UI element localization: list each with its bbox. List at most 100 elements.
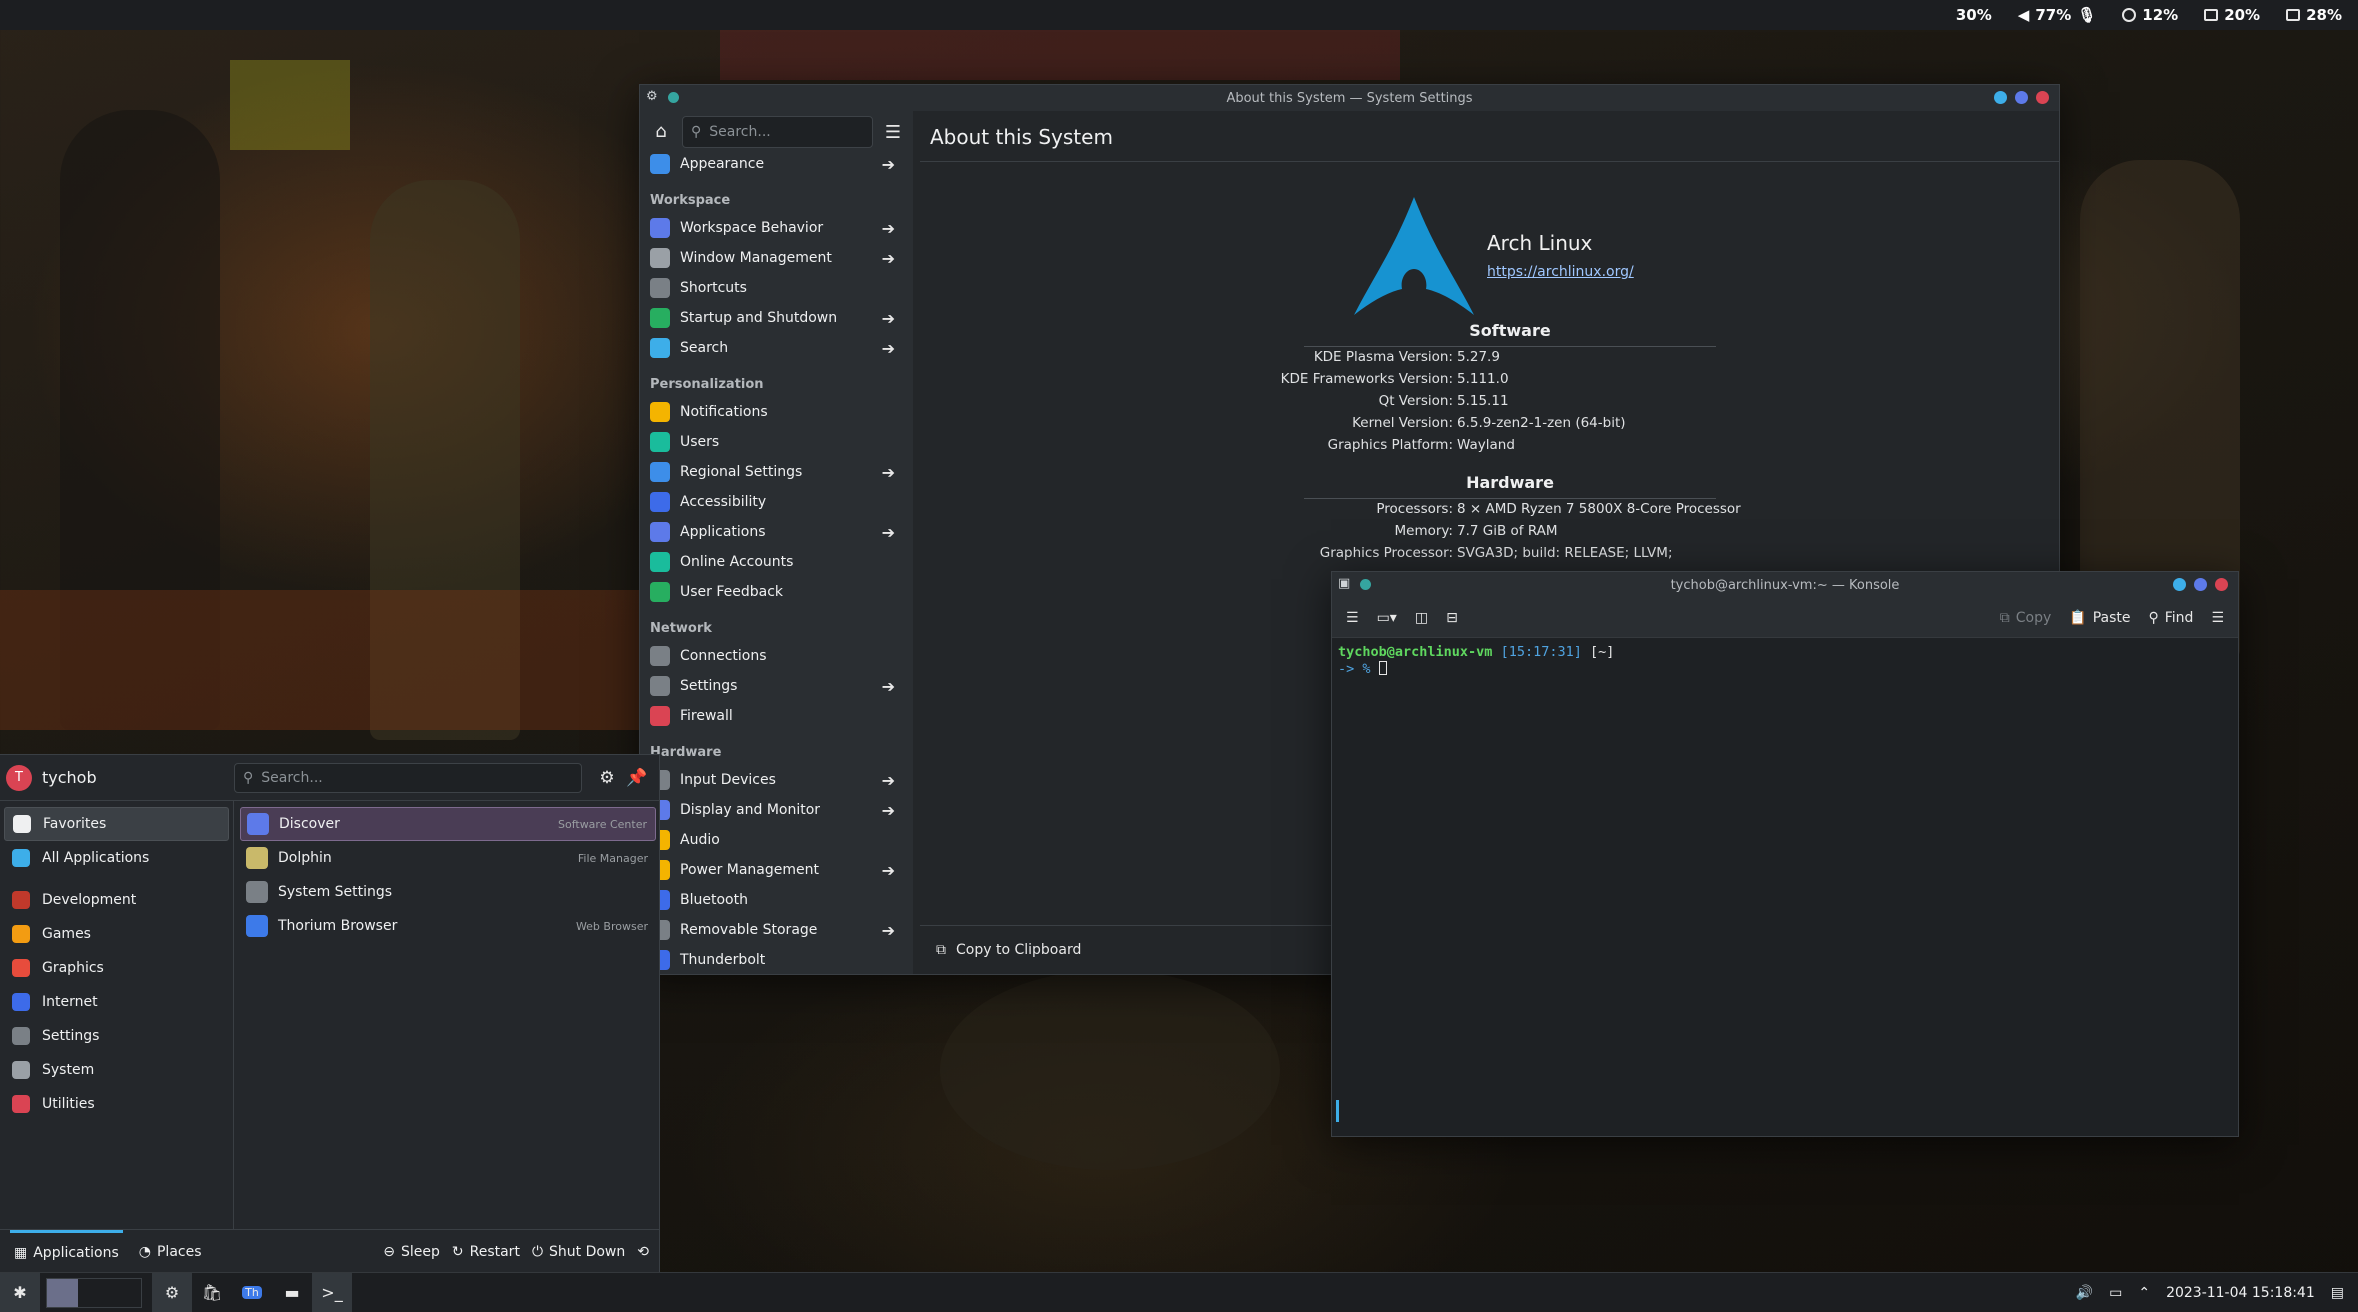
launcher-button[interactable]: ✱	[0, 1272, 40, 1312]
sidebar-item-removable-storage[interactable]: Removable Storage ➔	[640, 915, 913, 945]
clock[interactable]: 2023-11-04 15:18:41	[2166, 1285, 2315, 1301]
tab-places[interactable]: ◔ Places	[135, 1230, 206, 1274]
task-konsole[interactable]: >_	[312, 1272, 352, 1312]
konsole-titlebar[interactable]: ▣ tychob@archlinux-vm:~ — Konsole	[1332, 572, 2238, 598]
desktop-2[interactable]	[78, 1279, 109, 1307]
chevron-up-icon[interactable]: ⌃	[2138, 1285, 2150, 1301]
category-internet[interactable]: Internet	[4, 985, 229, 1019]
sidebar-item-applications[interactable]: Applications ➔	[640, 517, 913, 547]
sidebar-item-regional-settings[interactable]: Regional Settings ➔	[640, 457, 913, 487]
volume-indicator[interactable]: 30%	[1956, 6, 1992, 24]
sidebar-item-startup-and-shutdown[interactable]: Startup and Shutdown ➔	[640, 303, 913, 333]
copy-button[interactable]: ⧉ Copy	[2000, 610, 2052, 626]
app-dolphin[interactable]: Dolphin File Manager	[240, 841, 656, 875]
memory-value: 20%	[2224, 6, 2261, 24]
speaker-indicator[interactable]: ◀ 77% 🎙	[2018, 6, 2097, 24]
sleep-button[interactable]: ⊖ Sleep	[383, 1244, 440, 1260]
task-discover[interactable]: 🛍	[192, 1273, 232, 1312]
close-button[interactable]	[2215, 578, 2228, 591]
prompt-dir: [~]	[1590, 644, 1615, 660]
volume-icon[interactable]: 🔊	[2076, 1285, 2093, 1301]
sidebar-item-connections[interactable]: Connections	[640, 641, 913, 671]
sidebar-item-audio[interactable]: Audio	[640, 825, 913, 855]
category-label: Internet	[42, 994, 98, 1010]
prompt-arrow: -> %	[1338, 661, 1371, 677]
sidebar-item-search[interactable]: Search ➔	[640, 333, 913, 363]
sidebar-item-bluetooth[interactable]: Bluetooth	[640, 885, 913, 915]
split-horizontal-icon[interactable]: ⊟	[1446, 610, 1458, 626]
avatar[interactable]: T	[6, 764, 32, 791]
pin-icon[interactable]: 📌	[626, 768, 648, 788]
category-graphics[interactable]: Graphics	[4, 951, 229, 985]
utilities-icon	[12, 1095, 30, 1113]
new-tab-icon[interactable]: ▭▾	[1377, 610, 1397, 626]
sidebar-item-online-accounts[interactable]: Online Accounts	[640, 547, 913, 577]
terminal-output[interactable]: tychob@archlinux-vm [15:17:31] [~] -> %	[1338, 644, 1614, 678]
shutdown-button[interactable]: ⏻ Shut Down	[532, 1244, 625, 1260]
desktop-3[interactable]	[110, 1279, 141, 1307]
workspace-behavior-icon	[650, 218, 670, 238]
category-settings[interactable]: Settings	[4, 1019, 229, 1053]
menu-icon[interactable]: ☰	[883, 122, 903, 143]
category-system[interactable]: System	[4, 1053, 229, 1087]
disk-indicator[interactable]: 28%	[2286, 6, 2342, 24]
sidebar-item-window-management[interactable]: Window Management ➔	[640, 243, 913, 273]
app-discover[interactable]: Discover Software Center	[240, 807, 656, 841]
restart-button[interactable]: ↻ Restart	[452, 1244, 520, 1260]
compass-icon: ◔	[138, 1243, 151, 1260]
desktop-1[interactable]	[47, 1278, 79, 1307]
find-button[interactable]: ⚲ Find	[2148, 610, 2193, 626]
sidebar-item-appearance[interactable]: Appearance ➔	[640, 149, 913, 179]
clipboard-icon[interactable]: ▭	[2109, 1285, 2122, 1301]
notifications-icon[interactable]: ▤	[2331, 1285, 2344, 1301]
sidebar-item-user-feedback[interactable]: User Feedback	[640, 577, 913, 607]
settings-search-input[interactable]: ⚲ Search...	[682, 116, 873, 148]
launcher-search-input[interactable]: ⚲ Search...	[234, 762, 582, 793]
category-all-applications[interactable]: All Applications	[4, 841, 229, 875]
sidebar-item-accessibility[interactable]: Accessibility	[640, 487, 913, 517]
maximize-button[interactable]	[2015, 91, 2028, 104]
pin-icon[interactable]	[1360, 578, 1371, 590]
hamburger-menu-icon[interactable]: ☰	[2211, 610, 2224, 626]
split-vertical-icon[interactable]: ◫	[1415, 610, 1428, 626]
sidebar-item-users[interactable]: Users	[640, 427, 913, 457]
leave-button[interactable]: ⟲	[637, 1244, 649, 1260]
menu-icon[interactable]: ☰	[1346, 610, 1359, 626]
maximize-button[interactable]	[2194, 578, 2207, 591]
category-development[interactable]: Development	[4, 883, 229, 917]
category-favorites[interactable]: Favorites	[4, 807, 229, 841]
task-dolphin[interactable]: ▬	[272, 1273, 312, 1312]
memory-indicator[interactable]: 20%	[2204, 6, 2260, 24]
pin-icon[interactable]	[668, 91, 679, 103]
speaker-value: 77%	[2035, 6, 2072, 24]
sidebar-item-settings[interactable]: Settings ➔	[640, 671, 913, 701]
category-utilities[interactable]: Utilities	[4, 1087, 229, 1121]
sidebar-item-display-and-monitor[interactable]: Display and Monitor ➔	[640, 795, 913, 825]
sidebar-item-firewall[interactable]: Firewall	[640, 701, 913, 731]
notifications-icon	[650, 402, 670, 422]
tab-applications[interactable]: ▦ Applications	[10, 1229, 123, 1274]
minimize-button[interactable]	[1994, 91, 2007, 104]
category-games[interactable]: Games	[4, 917, 229, 951]
paste-button[interactable]: 📋 Paste	[2069, 610, 2130, 626]
task-thorium[interactable]: Th	[232, 1273, 272, 1312]
sidebar-item-power-management[interactable]: Power Management ➔	[640, 855, 913, 885]
sidebar-item-shortcuts[interactable]: Shortcuts	[640, 273, 913, 303]
sidebar-item-workspace-behavior[interactable]: Workspace Behavior ➔	[640, 213, 913, 243]
settings-titlebar[interactable]: ⚙ About this System — System Settings	[640, 85, 2059, 111]
connections-icon	[650, 646, 670, 666]
home-icon[interactable]: ⌂	[650, 121, 672, 143]
distro-url-link[interactable]: https://archlinux.org/	[1487, 264, 1634, 280]
sidebar-item-thunderbolt[interactable]: Thunderbolt	[640, 945, 913, 974]
app-thorium-browser[interactable]: Thorium Browser Web Browser	[240, 909, 656, 943]
cpu-indicator[interactable]: 12%	[2122, 6, 2178, 24]
task-system-settings[interactable]: ⚙	[152, 1272, 192, 1312]
virtual-desktop-pager[interactable]	[46, 1277, 142, 1308]
sidebar-item-notifications[interactable]: Notifications	[640, 397, 913, 427]
gear-icon[interactable]: ⚙	[596, 768, 618, 788]
app-system-settings[interactable]: System Settings	[240, 875, 656, 909]
info-key: Graphics Platform:	[1327, 437, 1453, 453]
sidebar-item-input-devices[interactable]: Input Devices ➔	[640, 765, 913, 795]
close-button[interactable]	[2036, 91, 2049, 104]
minimize-button[interactable]	[2173, 578, 2186, 591]
